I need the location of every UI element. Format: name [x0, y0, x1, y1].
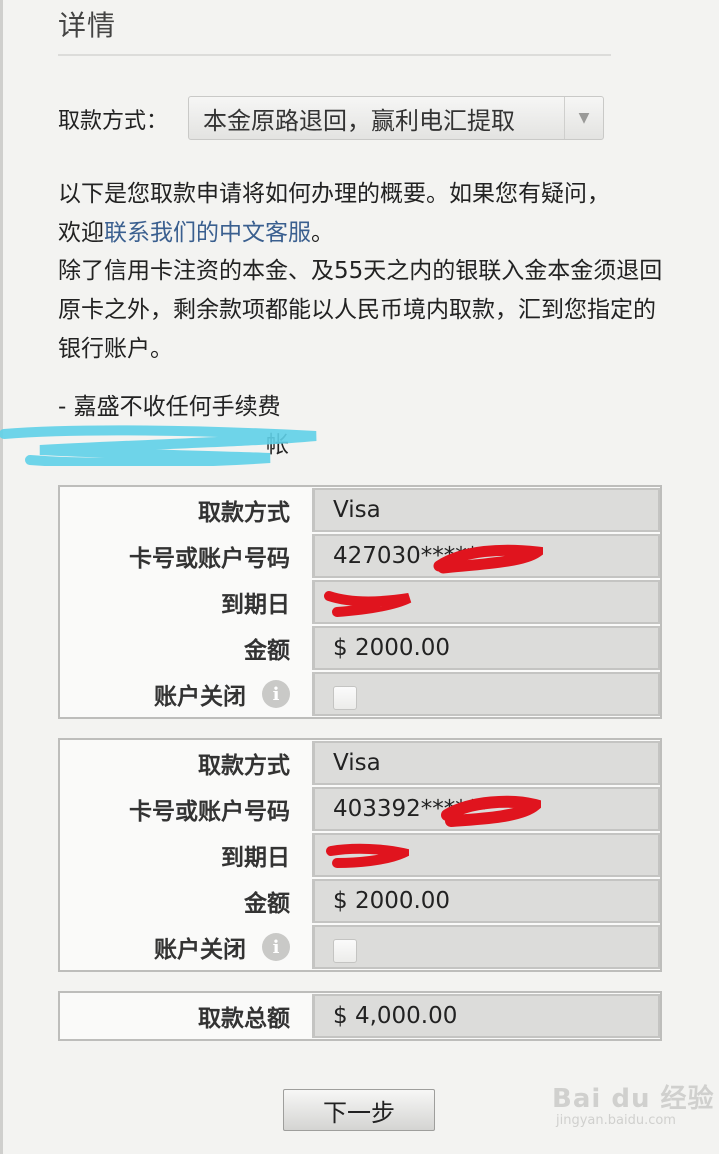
fee-item-1: - 嘉盛不收任何手续费 [58, 394, 281, 420]
card-number-label: 卡号或账户号码 [129, 546, 290, 572]
method-value: Visa [312, 741, 660, 785]
card-table-2: 取款方式 Visa 卡号或账户号码 403392****** 到期日 金额 $ … [58, 738, 662, 972]
table-row: 到期日 [60, 579, 660, 625]
expiry-label: 到期日 [221, 592, 290, 618]
table-row: 取款方式 Visa [60, 487, 660, 533]
table-row: 账户关闭 i [60, 924, 660, 970]
method-label: 取款方式 [198, 753, 290, 779]
intro-line-2-suffix: 。 [311, 219, 334, 246]
amount-label: 金额 [244, 891, 290, 917]
withdraw-method-label: 取款方式： [58, 109, 169, 134]
redaction-mark [433, 544, 543, 574]
close-account-label: 账户关闭 i [60, 924, 312, 970]
total-table: 取款总额 $ 4,000.00 [58, 991, 662, 1041]
section-title: 详情 [58, 9, 117, 42]
info-icon[interactable]: i [262, 680, 290, 708]
amount-value: $ 2000.00 [312, 626, 660, 670]
redaction-mark [441, 795, 541, 827]
next-step-button[interactable]: 下一步 [283, 1089, 435, 1131]
method-label: 取款方式 [198, 500, 290, 526]
table-row: 账户关闭 i [60, 671, 660, 717]
card-number-value: 403392****** [312, 787, 660, 831]
close-account-label: 账户关闭 i [60, 671, 312, 717]
amount-label: 金额 [244, 638, 290, 664]
table-row: 卡号或账户号码 427030***** [60, 533, 660, 579]
table-row: 取款方式 Visa [60, 740, 660, 786]
amount-value: $ 2000.00 [312, 879, 660, 923]
watermark-logo: Bai du 经验 [552, 1084, 715, 1114]
close-account-cell [312, 672, 660, 716]
table-row: 卡号或账户号码 403392****** [60, 786, 660, 832]
contact-support-link[interactable]: 联系我们的中文客服 [104, 220, 311, 246]
withdraw-method-value: 本金原路退回，赢利电汇提取 [203, 106, 515, 135]
divider [58, 54, 611, 56]
close-account-text: 账户关闭 [154, 684, 246, 710]
card-number-value: 427030***** [312, 534, 660, 578]
close-account-cell [312, 925, 660, 969]
table-row: 到期日 [60, 832, 660, 878]
watermark-url: jingyan.baidu.com [556, 1113, 676, 1128]
table-row: 取款总额 $ 4,000.00 [60, 993, 660, 1039]
total-value: $ 4,000.00 [312, 994, 660, 1038]
watermark: Bai du 经验 jingyan.baidu.com [552, 1078, 715, 1128]
expiry-value [312, 580, 660, 624]
expiry-value [312, 833, 660, 877]
info-icon[interactable]: i [262, 933, 290, 961]
close-account-checkbox[interactable] [333, 686, 357, 710]
redaction-mark [326, 843, 409, 868]
table-row: 金额 $ 2000.00 [60, 625, 660, 671]
intro-line-1: 以下是您取款申请将如何办理的概要。如果您有疑问， [58, 181, 610, 207]
card-number-label: 卡号或账户号码 [129, 799, 290, 825]
privacy-scribble [0, 425, 317, 466]
close-account-text: 账户关闭 [154, 937, 246, 963]
withdraw-method-row: 取款方式： 本金原路退回，赢利电汇提取 ▼ [58, 96, 604, 142]
intro-line-2: 欢迎联系我们的中文客服。 [58, 214, 668, 253]
card-table-1: 取款方式 Visa 卡号或账户号码 427030***** 到期日 金额 $ 2… [58, 485, 662, 719]
withdraw-method-select[interactable]: 本金原路退回，赢利电汇提取 ▼ [188, 96, 604, 140]
close-account-checkbox[interactable] [333, 939, 357, 963]
chevron-down-icon[interactable]: ▼ [564, 97, 603, 139]
table-row: 金额 $ 2000.00 [60, 878, 660, 924]
redaction-mark [324, 591, 412, 617]
expiry-label: 到期日 [221, 845, 290, 871]
intro-line-2-prefix: 欢迎 [58, 219, 104, 246]
page-frame [0, 0, 3, 1154]
intro-paragraph: 以下是您取款申请将如何办理的概要。如果您有疑问， 欢迎联系我们的中文客服。 除了… [58, 175, 668, 369]
intro-body: 除了信用卡注资的本金、及55天之内的银联入金本金须退回原卡之外，剩余款项都能以人… [58, 258, 663, 362]
total-label: 取款总额 [198, 1006, 290, 1032]
method-value: Visa [312, 488, 660, 532]
